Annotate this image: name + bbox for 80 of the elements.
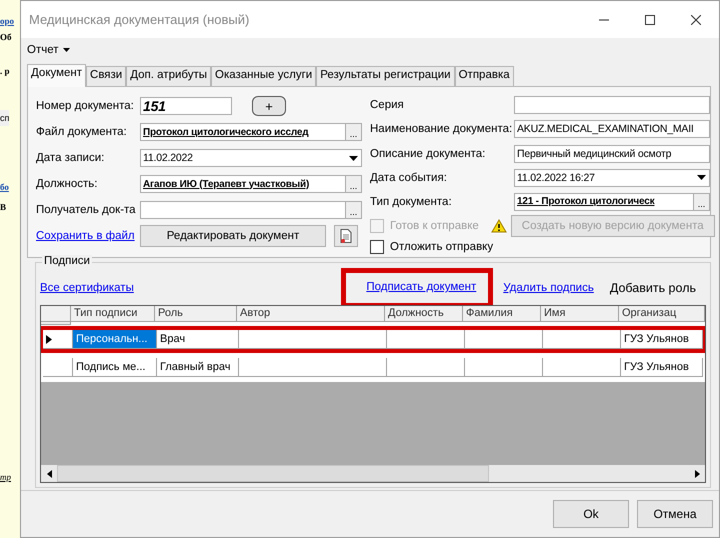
tab[interactable]: Доп. атрибуты: [126, 66, 212, 86]
row-pointer-icon: [46, 334, 52, 344]
browse-button[interactable]: ...: [345, 176, 361, 192]
action-link[interactable]: Подписать документ: [366, 281, 476, 293]
background-text: сп: [0, 110, 10, 126]
field-value: 151: [143, 98, 167, 114]
browse-button[interactable]: ...: [345, 202, 361, 218]
background-text: оро: [0, 16, 14, 26]
column-header[interactable]: Автор: [237, 306, 385, 322]
column-header[interactable]: Имя: [541, 306, 619, 322]
column-header[interactable]: Организац: [619, 306, 705, 322]
menu-label[interactable]: Отчет: [27, 44, 58, 56]
save-link[interactable]: Сохранить в файл: [36, 230, 140, 242]
field-label: Дата записи:: [36, 152, 106, 164]
menu-item[interactable]: Отчет: [25, 41, 72, 59]
warning-icon: [490, 219, 507, 234]
tab[interactable]: Результаты регистрации: [316, 66, 455, 86]
horizontal-scrollbar[interactable]: [41, 465, 705, 482]
add-button[interactable]: +: [252, 96, 286, 116]
input-field[interactable]: Протокол цитологического исслед ...: [140, 123, 362, 141]
field-value: Агапов ИЮ (Терапевт участковый): [143, 178, 310, 190]
input-field[interactable]: Агапов ИЮ (Терапевт участковый) ...: [140, 175, 362, 193]
input-field[interactable]: AKUZ.MEDICAL_EXAMINATION_MAII: [514, 120, 710, 138]
field-label: Наименование документа:: [370, 123, 514, 136]
background-text: В: [0, 202, 6, 212]
field-label: Дата события:: [370, 172, 448, 184]
date-dropdown[interactable]: 11.02.2022 16:27: [514, 168, 710, 187]
group-title: Подписи: [42, 255, 92, 267]
dialog-button[interactable]: Ok: [553, 500, 629, 528]
input-field[interactable]: 151: [140, 97, 232, 115]
tab[interactable]: Связи: [86, 66, 126, 86]
table-cell: Врач: [157, 330, 239, 349]
field-label: Должность:: [36, 178, 98, 190]
field-label: Тип документа:: [370, 196, 453, 208]
table-cell: Подпись ме...: [73, 358, 157, 377]
add-role-button[interactable]: Добавить роль: [604, 279, 702, 297]
column-header[interactable]: Тип подписи: [71, 306, 155, 322]
window-title: Медицинская документация (новый): [29, 12, 250, 27]
input-field[interactable]: [514, 96, 710, 114]
field-value: 11.02.2022: [143, 152, 194, 164]
input-field[interactable]: Первичный медицинский осмотр: [514, 144, 710, 162]
caret-icon[interactable]: [62, 48, 70, 52]
table-cell: ГУЗ Ульянов: [621, 330, 703, 349]
browse-button[interactable]: ...: [693, 194, 709, 210]
background-text: Об: [0, 32, 12, 42]
input-field[interactable]: ...: [140, 201, 362, 219]
browse-button[interactable]: ...: [345, 124, 361, 140]
column-header[interactable]: Должность: [385, 306, 463, 322]
field-value: Протокол цитологического исслед: [143, 126, 310, 138]
field-value: AKUZ.MEDICAL_EXAMINATION_MAII: [517, 123, 695, 136]
background-text: . р: [0, 66, 10, 76]
input-field[interactable]: 121 - Протокол цитологическ ...: [514, 192, 710, 211]
field-label: Номер документа:: [36, 100, 135, 112]
field-label: Серия: [370, 99, 405, 112]
tab[interactable]: Отправка: [454, 66, 514, 86]
edit-button[interactable]: Редактировать документ: [140, 225, 326, 247]
tab[interactable]: Оказанные услуги: [211, 66, 316, 86]
scroll-left-icon[interactable]: [46, 470, 52, 478]
scroll-right-icon[interactable]: [694, 470, 700, 478]
column-header[interactable]: Фамилия: [463, 306, 541, 322]
row-header[interactable]: [43, 330, 73, 349]
field-value: Первичный медицинский осмотр: [517, 148, 672, 160]
action-link[interactable]: Удалить подпись: [503, 282, 594, 294]
field-label: Файл документа:: [36, 126, 128, 138]
field-value: 121 - Протокол цитологическ: [517, 196, 656, 208]
date-dropdown[interactable]: 11.02.2022: [140, 149, 362, 167]
field-label: Описание документа:: [370, 148, 486, 160]
column-header[interactable]: Роль: [155, 306, 237, 322]
dialog-button[interactable]: Отмена: [637, 500, 713, 528]
table-cell: Персональн...: [73, 330, 157, 349]
field-value: 11.02.2022 16:27: [517, 172, 596, 184]
field-label: Получатель док-та: [36, 204, 137, 216]
table-cell: ГУЗ Ульянов: [621, 358, 703, 377]
certificates-link[interactable]: Все сертификаты: [40, 282, 134, 294]
tab[interactable]: Документ: [27, 64, 86, 87]
table-cell: Главный врач: [157, 358, 239, 377]
background-text: бо: [0, 182, 9, 192]
document-icon[interactable]: [334, 225, 358, 247]
checkbox[interactable]: Отложить отправку: [370, 240, 494, 254]
background-text: тр: [0, 472, 11, 482]
